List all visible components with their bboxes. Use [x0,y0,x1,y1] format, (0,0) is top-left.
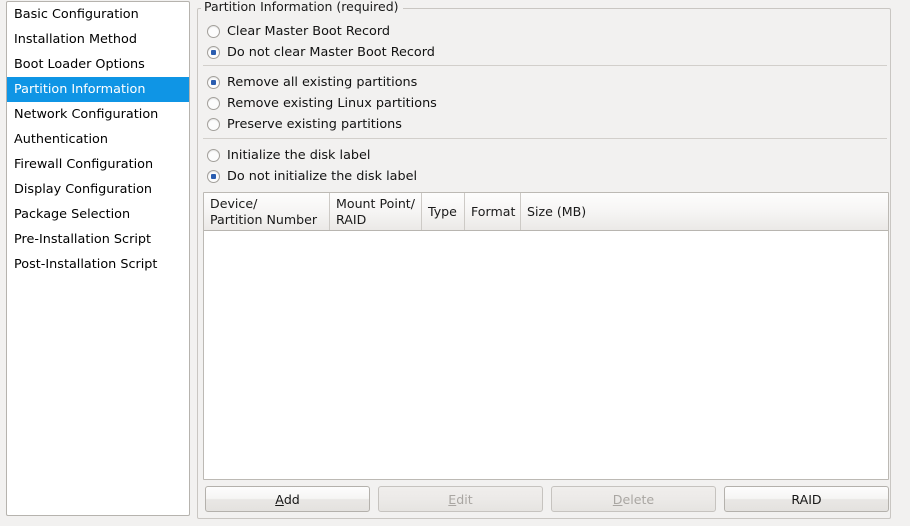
column-header-line2: RAID [336,212,367,227]
radio-selected-icon[interactable] [207,170,220,183]
sidebar-item-label: Basic Configuration [14,7,139,22]
sidebar-item-label: Display Configuration [14,182,153,197]
partition-table[interactable]: Device/Partition Number Mount Point/RAID T… [203,192,889,480]
column-header-4[interactable]: Size (MB) [520,193,888,230]
button-mnemonic: E [448,491,457,507]
sidebar-item-authentication[interactable]: Authentication [7,127,189,152]
sidebar-item-label: Partition Information [14,82,146,97]
partition-action-buttons: Add Edit Delete RAID [205,486,889,512]
add-button[interactable]: Add [205,486,370,512]
mbr-option-1[interactable]: Do not clear Master Boot Record [202,42,888,63]
button-mnemonic: A [275,491,284,507]
separator-1 [203,65,887,66]
sidebar-item-installation-method[interactable]: Installation Method [7,27,189,52]
delete-button: Delete [551,486,716,512]
partition-removal-option-1[interactable]: Remove existing Linux partitions [202,93,888,114]
button-label: dd [283,491,300,507]
partition-removal-label: Remove existing Linux partitions [227,96,437,111]
partition-table-body[interactable] [204,231,888,479]
partition-removal-radio-group[interactable]: Remove all existing partitions Remove exi… [202,72,888,135]
column-header-0[interactable]: Device/Partition Number [204,193,329,230]
sidebar-item-firewall-configuration[interactable]: Firewall Configuration [7,152,189,177]
disk-label-label: Initialize the disk label [227,148,371,163]
groupbox-title: Partition Information (required) [201,0,403,15]
sidebar-item-label: Boot Loader Options [14,57,145,72]
partition-removal-label: Preserve existing partitions [227,117,402,132]
mbr-option-0[interactable]: Clear Master Boot Record [202,21,888,42]
raid-button[interactable]: RAID [724,486,889,512]
button-mnemonic: D [612,491,623,507]
column-header-line1: Type [428,203,457,219]
column-header-line1: Size (MB) [527,203,587,219]
mbr-label: Clear Master Boot Record [227,24,391,39]
column-header-2[interactable]: Type [421,193,464,230]
sidebar-item-post-installation-script[interactable]: Post-Installation Script [7,252,189,277]
radio-unselected-icon[interactable] [207,149,220,162]
disk-label-label: Do not initialize the disk label [227,169,418,184]
column-header-line1: Mount Point/ [336,196,415,211]
button-label: RAID [791,491,822,507]
sidebar-item-package-selection[interactable]: Package Selection [7,202,189,227]
sidebar-item-label: Installation Method [14,32,137,47]
radio-unselected-icon[interactable] [207,25,220,38]
separator-2 [203,138,887,139]
mbr-label: Do not clear Master Boot Record [227,45,435,60]
kickstart-configurator-window: Basic Configuration Installation Method Bo… [0,0,910,526]
partition-removal-option-0[interactable]: Remove all existing partitions [202,72,888,93]
button-label: elete [622,491,655,507]
disk-label-radio-group[interactable]: Initialize the disk label Do not initiali… [202,145,888,187]
sidebar-item-label: Network Configuration [14,107,159,122]
partition-removal-option-2[interactable]: Preserve existing partitions [202,114,888,135]
disk-label-option-1[interactable]: Do not initialize the disk label [202,166,888,187]
radio-selected-icon[interactable] [207,76,220,89]
sidebar-item-basic-configuration[interactable]: Basic Configuration [7,2,189,27]
button-label: dit [456,491,473,507]
disk-label-option-0[interactable]: Initialize the disk label [202,145,888,166]
column-header-line1: Format [471,203,516,219]
edit-button: Edit [378,486,543,512]
radio-unselected-icon[interactable] [207,118,220,131]
column-header-line2: Partition Number [210,212,318,227]
section-list[interactable]: Basic Configuration Installation Method Bo… [6,1,190,516]
sidebar-item-partition-information[interactable]: Partition Information [7,77,189,102]
radio-unselected-icon[interactable] [207,97,220,110]
partition-removal-label: Remove all existing partitions [227,75,418,90]
sidebar-item-label: Firewall Configuration [14,157,154,172]
sidebar-item-pre-installation-script[interactable]: Pre-Installation Script [7,227,189,252]
sidebar-item-boot-loader-options[interactable]: Boot Loader Options [7,52,189,77]
sidebar-item-display-configuration[interactable]: Display Configuration [7,177,189,202]
sidebar-item-label: Post-Installation Script [14,257,158,272]
partition-table-header: Device/Partition Number Mount Point/RAID T… [204,193,888,231]
sidebar-item-label: Authentication [14,132,108,147]
radio-selected-icon[interactable] [207,46,220,59]
mbr-radio-group[interactable]: Clear Master Boot Record Do not clear Mas… [202,21,888,63]
column-header-1[interactable]: Mount Point/RAID [329,193,421,230]
column-header-line1: Device/ [210,196,258,211]
column-header-3[interactable]: Format [464,193,520,230]
sidebar-item-label: Package Selection [14,207,131,222]
sidebar-item-label: Pre-Installation Script [14,232,152,247]
sidebar-item-network-configuration[interactable]: Network Configuration [7,102,189,127]
